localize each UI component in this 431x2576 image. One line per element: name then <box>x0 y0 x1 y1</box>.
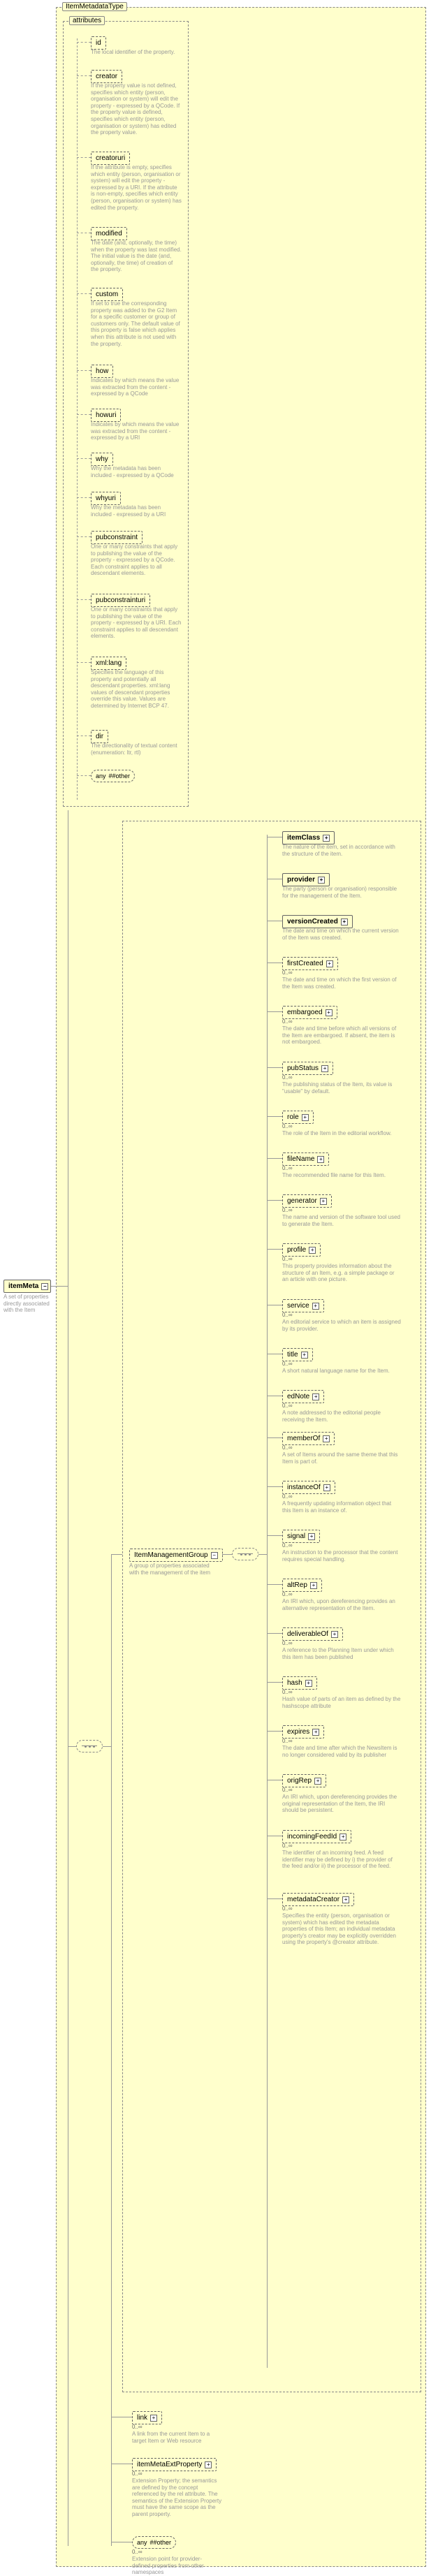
attr-how[interactable]: how <box>91 365 113 378</box>
elem-deliverableof[interactable]: deliverableOf+ <box>282 1627 343 1641</box>
elem-memberof[interactable]: memberOf+ <box>282 1432 335 1445</box>
attr-pubconstraint[interactable]: pubconstraint <box>91 531 143 544</box>
elem-hash[interactable]: hash+ <box>282 1676 317 1690</box>
elem-other-any[interactable]: any ##other <box>132 2536 176 2549</box>
expand-icon[interactable]: + <box>310 1582 317 1589</box>
elem-title[interactable]: title+ <box>282 1348 313 1361</box>
expand-icon[interactable]: + <box>326 1009 333 1016</box>
expand-icon[interactable]: + <box>339 1834 346 1840</box>
expand-icon[interactable]: + <box>323 1435 330 1442</box>
diagram-canvas: ItemMetadataType attributes itemMeta − A… <box>0 0 431 2573</box>
item-management-group[interactable]: ItemManagementGroup − <box>129 1549 223 1562</box>
elem-incomingfeedid[interactable]: incomingFeedId+ <box>282 1830 351 1843</box>
expand-icon[interactable]: + <box>302 1114 309 1121</box>
expand-icon[interactable]: + <box>312 1303 319 1310</box>
elem-itemclass[interactable]: itemClass+ <box>282 831 335 844</box>
expand-icon[interactable]: + <box>312 1393 319 1400</box>
expand-icon[interactable]: + <box>321 1065 328 1072</box>
elem-origrep[interactable]: origRep+ <box>282 1774 326 1787</box>
expand-icon[interactable]: + <box>323 1484 330 1491</box>
attr-modified[interactable]: modified <box>91 227 127 240</box>
attributes-label: attributes <box>69 16 105 25</box>
expand-icon[interactable]: + <box>308 1533 315 1540</box>
expand-icon[interactable]: + <box>323 835 330 842</box>
expand-icon[interactable]: + <box>150 2415 157 2422</box>
root-element-name: itemMeta <box>8 1282 38 1290</box>
elem-role[interactable]: role+ <box>282 1111 314 1124</box>
elem-filename[interactable]: fileName+ <box>282 1152 329 1166</box>
elem-signal[interactable]: signal+ <box>282 1530 320 1543</box>
attr-creator[interactable]: creator <box>91 70 122 83</box>
elem-altrep[interactable]: altRep+ <box>282 1579 322 1592</box>
expand-icon[interactable]: + <box>314 1778 321 1785</box>
expand-icon[interactable]: + <box>301 1352 308 1359</box>
attr-xml-lang[interactable]: xml:lang <box>91 657 126 670</box>
expand-icon[interactable]: + <box>309 1247 316 1254</box>
elem-link[interactable]: link + <box>132 2411 162 2424</box>
elem-profile[interactable]: profile+ <box>282 1243 321 1257</box>
attr-other[interactable]: any ##other <box>91 770 135 782</box>
elem-service[interactable]: service+ <box>282 1299 324 1312</box>
expand-icon[interactable]: + <box>318 877 325 884</box>
expand-icon[interactable]: + <box>205 2461 212 2468</box>
root-desc: A set of properties directly associated … <box>3 1294 52 1314</box>
sequence-connector-main <box>76 1740 103 1752</box>
attr-pubconstrainturi[interactable]: pubconstrainturi <box>91 594 150 607</box>
elem-firstcreated[interactable]: firstCreated+ <box>282 957 338 970</box>
type-name: ItemMetadataType <box>62 2 127 11</box>
expand-icon[interactable]: + <box>305 1680 312 1687</box>
attr-dir[interactable]: dir <box>91 730 108 743</box>
expand-icon[interactable]: + <box>317 1156 324 1163</box>
elem-embargoed[interactable]: embargoed+ <box>282 1006 337 1019</box>
collapse-icon[interactable]: − <box>41 1283 48 1290</box>
elem-pubstatus[interactable]: pubStatus+ <box>282 1062 333 1075</box>
elem-expires[interactable]: expires+ <box>282 1725 324 1739</box>
expand-icon[interactable]: + <box>341 919 348 925</box>
attr-whyuri[interactable]: whyuri <box>91 492 121 505</box>
elem-provider[interactable]: provider+ <box>282 873 330 886</box>
attr-why[interactable]: why <box>91 453 113 466</box>
expand-icon[interactable]: + <box>320 1198 327 1205</box>
elem-instanceof[interactable]: instanceOf+ <box>282 1481 335 1494</box>
elem-itemmetaextproperty[interactable]: itemMetaExtProperty + <box>132 2458 217 2471</box>
elem-metadatacreator[interactable]: metadataCreator+ <box>282 1893 354 1906</box>
expand-icon[interactable]: + <box>342 1896 349 1903</box>
elem-ednote[interactable]: edNote+ <box>282 1390 324 1403</box>
attr-creatoruri[interactable]: creatoruri <box>91 152 130 165</box>
attr-howuri[interactable]: howuri <box>91 409 121 422</box>
expand-icon[interactable]: + <box>312 1729 319 1736</box>
elem-generator[interactable]: generator+ <box>282 1194 332 1208</box>
collapse-icon[interactable]: − <box>211 1552 218 1559</box>
elem-versioncreated[interactable]: versionCreated+ <box>282 915 353 928</box>
attr-id[interactable]: id <box>91 36 106 50</box>
sequence-connector-group <box>232 1548 258 1560</box>
attr-custom[interactable]: custom <box>91 288 123 301</box>
expand-icon[interactable]: + <box>326 960 333 967</box>
expand-icon[interactable]: + <box>331 1631 338 1638</box>
root-element[interactable]: itemMeta − <box>3 1280 51 1293</box>
